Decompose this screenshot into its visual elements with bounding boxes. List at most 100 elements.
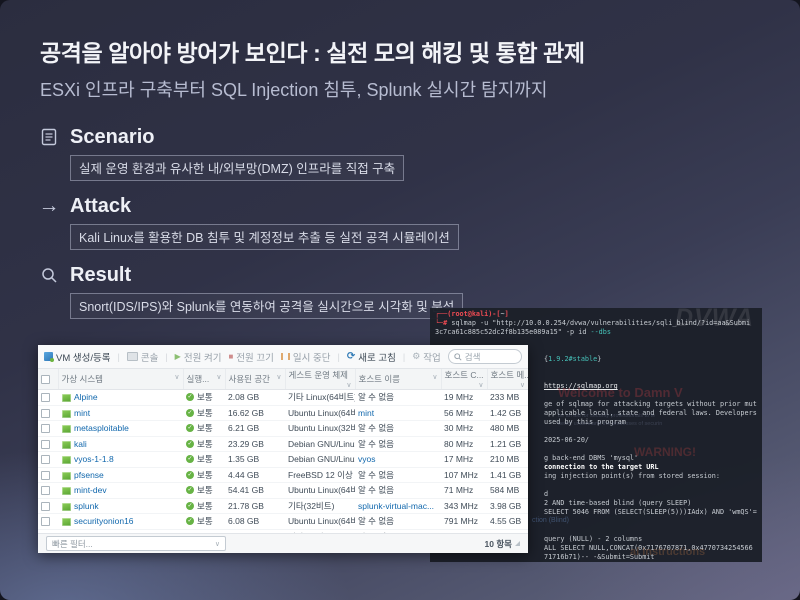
column-header-status[interactable]: 실행...∨ xyxy=(183,369,225,390)
vm-table-row[interactable]: mint-dev✓보통54.41 GBUbuntu Linux(64비...알 … xyxy=(38,483,528,499)
terminal-line: └─# sqlmap -u "http://10.0.0.254/dvwa/vu… xyxy=(435,319,762,328)
host-name-cell: 알 수 없음 xyxy=(355,467,441,483)
toolbar-divider: | xyxy=(118,352,120,362)
vm-table-row[interactable]: vyos-1-1.8✓보통1.35 GBDebian GNU/Linux...v… xyxy=(38,452,528,468)
host-cpu-cell: 17 MHz xyxy=(441,452,487,468)
row-checkbox[interactable] xyxy=(41,517,50,526)
host-cpu-cell: 107 MHz xyxy=(441,467,487,483)
section-attack: → Attack Kali Linux를 활용한 DB 침투 및 계정정보 추출… xyxy=(38,193,463,250)
refresh-button[interactable]: ⟳ 새로 고침 xyxy=(347,350,396,364)
guest-os-cell: Ubuntu Linux(64비... xyxy=(285,483,355,499)
column-header-guest-os[interactable]: 게스트 운영 체제∨ xyxy=(285,369,355,390)
row-checkbox[interactable] xyxy=(41,502,50,511)
host-cpu-cell: 56 MHz xyxy=(441,405,487,421)
column-header-used-space[interactable]: 사용된 공간∨ xyxy=(225,369,285,390)
section-description: 실제 운영 환경과 유사한 내/외부망(DMZ) 인프라를 직접 구축 xyxy=(70,155,404,181)
column-header-host-memory[interactable]: 호스트 메...∨ xyxy=(487,369,528,390)
vm-toolbar: VM 생성/등록 | 콘솔 | ▶ 전원 켜기 ■ 전원 끄기 xyxy=(38,345,528,369)
column-header-host-cpu[interactable]: 호스트 C...∨ xyxy=(441,369,487,390)
row-checkbox[interactable] xyxy=(41,455,50,464)
host-cpu-cell: 80 MHz xyxy=(441,436,487,452)
host-name-cell[interactable]: splunk-virtual-mac... xyxy=(355,498,441,514)
host-memory-cell: 4.55 GB xyxy=(487,514,528,530)
guest-os-cell: 기타 Linux(64비트) xyxy=(285,390,355,406)
status-label: 보통 xyxy=(197,423,213,433)
power-on-button[interactable]: ▶ 전원 켜기 xyxy=(175,350,222,364)
toolbar-label: VM 생성/등록 xyxy=(56,350,111,364)
status-ok-icon: ✓ xyxy=(186,471,194,479)
section-list: Scenario 실제 운영 환경과 유사한 내/외부망(DMZ) 인프라를 직… xyxy=(38,124,463,331)
row-checkbox[interactable] xyxy=(41,393,50,402)
used-space-cell: 21.78 GB xyxy=(225,498,285,514)
host-name-cell[interactable]: vyos xyxy=(355,452,441,468)
guest-os-cell: Ubuntu Linux(32비... xyxy=(285,421,355,437)
column-header-host-name[interactable]: 호스트 이름∨ xyxy=(355,369,441,390)
screenshot-stage: 공격을 알아야 방어가 보인다 : 실전 모의 해킹 및 통합 관제 ESXi … xyxy=(0,0,800,600)
section-description: Snort(IDS/IPS)와 Splunk를 연동하여 공격을 실시간으로 시… xyxy=(70,293,463,319)
chevron-down-icon: ∨ xyxy=(174,373,179,381)
pause-icon xyxy=(281,353,290,360)
vm-name-link[interactable]: metasploitable xyxy=(74,423,129,433)
vm-name-link[interactable]: Alpine xyxy=(74,392,98,402)
row-checkbox[interactable] xyxy=(41,440,50,449)
quick-filter-dropdown[interactable]: 빠른 필터... ∨ xyxy=(46,536,226,551)
status-ok-icon: ✓ xyxy=(186,517,194,525)
used-space-cell: 2.08 GB xyxy=(225,390,285,406)
host-memory-cell: 1.21 GB xyxy=(487,436,528,452)
vm-table-row[interactable]: metasploitable✓보통6.21 GBUbuntu Linux(32비… xyxy=(38,421,528,437)
host-name-cell: 알 수 없음 xyxy=(355,483,441,499)
row-checkbox[interactable] xyxy=(41,486,50,495)
vm-table: 가상 시스템∨ 실행...∨ 사용된 공간∨ 게스트 운영 체제∨ 호스트 이름… xyxy=(38,369,528,545)
host-cpu-cell: 19 MHz xyxy=(441,390,487,406)
vm-table-row[interactable]: splunk✓보통21.78 GB기타(32비트)splunk-virtual-… xyxy=(38,498,528,514)
vm-table-row[interactable]: mint✓보통16.62 GBUbuntu Linux(64비...mint56… xyxy=(38,405,528,421)
actions-button[interactable]: ⚙ 작업 xyxy=(412,350,441,364)
row-checkbox[interactable] xyxy=(41,471,50,480)
status-ok-icon: ✓ xyxy=(186,409,194,417)
vm-name-link[interactable]: kali xyxy=(74,439,87,449)
vm-table-row[interactable]: kali✓보통23.29 GBDebian GNU/Linux...알 수 없음… xyxy=(38,436,528,452)
select-all-checkbox-header[interactable] xyxy=(38,369,58,390)
section-heading: Result xyxy=(70,264,131,287)
used-space-cell: 6.08 GB xyxy=(225,514,285,530)
vm-icon xyxy=(62,456,71,464)
guest-os-cell: Ubuntu Linux(64비... xyxy=(285,514,355,530)
search-input[interactable] xyxy=(465,352,516,362)
host-memory-cell: 1.42 GB xyxy=(487,405,528,421)
vm-table-row[interactable]: securityonion16✓보통6.08 GBUbuntu Linux(64… xyxy=(38,514,528,530)
power-off-icon: ■ xyxy=(228,353,233,361)
power-off-button[interactable]: ■ 전원 끄기 xyxy=(228,350,273,364)
host-name-cell[interactable]: mint xyxy=(355,405,441,421)
row-checkbox[interactable] xyxy=(41,409,50,418)
vm-table-row[interactable]: pfsense✓보통4.44 GBFreeBSD 12 이상 ...알 수 없음… xyxy=(38,467,528,483)
search-icon xyxy=(38,267,60,284)
suspend-button[interactable]: 일시 중단 xyxy=(281,350,331,364)
search-icon xyxy=(454,353,462,361)
resize-handle-icon[interactable] xyxy=(515,541,520,546)
used-space-cell: 23.29 GB xyxy=(225,436,285,452)
vm-name-link[interactable]: splunk xyxy=(74,501,99,511)
vm-create-button[interactable]: VM 생성/등록 xyxy=(44,350,111,364)
chevron-down-icon: ∨ xyxy=(276,373,281,381)
vm-name-link[interactable]: pfsense xyxy=(74,470,104,480)
chevron-down-icon: ∨ xyxy=(520,381,525,389)
row-checkbox[interactable] xyxy=(41,424,50,433)
guest-os-cell: 기타(32비트) xyxy=(285,498,355,514)
vm-icon xyxy=(62,472,71,480)
vm-name-link[interactable]: mint-dev xyxy=(74,485,107,495)
console-button[interactable]: 콘솔 xyxy=(127,350,158,364)
terminal-line: 3c7ca61c885c52dc2f8b135e089a15" -p id --… xyxy=(435,328,762,337)
vm-icon xyxy=(62,425,71,433)
used-space-cell: 6.21 GB xyxy=(225,421,285,437)
vm-table-row[interactable]: Alpine✓보통2.08 GB기타 Linux(64비트)알 수 없음19 M… xyxy=(38,390,528,406)
guest-os-cell: Debian GNU/Linux... xyxy=(285,436,355,452)
vm-name-link[interactable]: vyos-1-1.8 xyxy=(74,454,114,464)
vm-name-link[interactable]: securityonion16 xyxy=(74,516,134,526)
host-cpu-cell: 71 MHz xyxy=(441,483,487,499)
column-header-virtual-machine[interactable]: 가상 시스템∨ xyxy=(58,369,183,390)
vm-search-box[interactable] xyxy=(448,349,522,364)
vm-icon xyxy=(62,394,71,402)
host-memory-cell: 480 MB xyxy=(487,421,528,437)
vm-name-link[interactable]: mint xyxy=(74,408,90,418)
chevron-down-icon: ∨ xyxy=(432,373,437,381)
